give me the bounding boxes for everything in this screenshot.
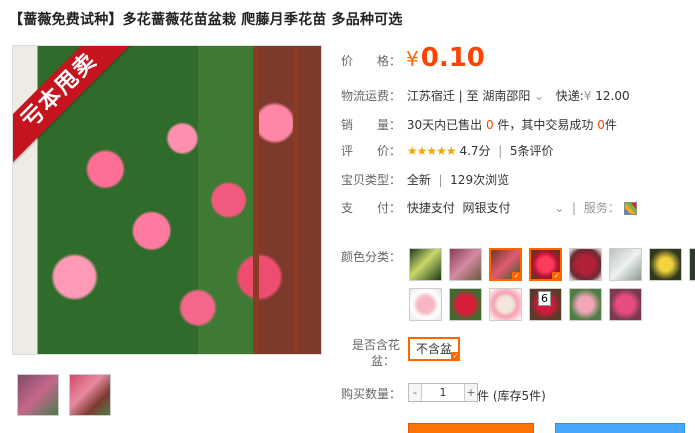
rating-label: 评 价：: [341, 144, 402, 158]
condition-value: 全新: [406, 173, 431, 187]
decrease-button[interactable]: -: [409, 384, 421, 401]
product-title: 【蔷薇免费试种】多花蔷薇花苗盆栽 爬藤月季花苗 多品种可选: [9, 12, 403, 28]
color-swatch[interactable]: [449, 288, 482, 321]
ship-sep: | 至: [458, 89, 479, 103]
color-label: 颜色分类：: [341, 250, 402, 264]
sold-count: 0: [485, 118, 494, 132]
price-value: ¥0.10: [406, 43, 485, 73]
rating-row: 评 价： ★★★★★ 4.7分 | 5条评价: [341, 144, 554, 158]
ship-from: 江苏宿迁: [406, 89, 455, 103]
ship-method: 快递:: [555, 89, 584, 103]
promo-ribbon: 亏本甩卖: [13, 46, 133, 164]
color-swatch[interactable]: 6: [529, 288, 562, 321]
pot-option-button[interactable]: 不含盆: [408, 337, 460, 361]
ship-to-dropdown[interactable]: 湖南邵阳 ⌄: [482, 89, 544, 103]
increase-button[interactable]: +: [465, 384, 477, 401]
rating-score: 4.7分: [459, 144, 491, 158]
service-badge-icon[interactable]: [623, 202, 637, 215]
shipping-label: 物流运费：: [341, 89, 402, 103]
quantity-stepper[interactable]: - 1 +: [408, 383, 478, 402]
trellis-rail: [293, 46, 299, 354]
color-swatch[interactable]: [489, 288, 522, 321]
color-swatch[interactable]: [649, 248, 682, 281]
price-label: 价 格：: [341, 54, 402, 68]
pot-label: 是否含花 盆：: [352, 338, 401, 368]
payment-method: 网银支付: [462, 201, 511, 215]
thumbnail-strip: [17, 374, 111, 416]
color-swatch[interactable]: [569, 248, 602, 281]
quantity-label: 购买数量：: [341, 387, 402, 401]
swatch-count-badge: 6: [538, 291, 551, 306]
stock-info: 件 (库存5件): [477, 389, 546, 403]
add-to-cart-button[interactable]: [555, 423, 685, 433]
sales-label: 销 量：: [341, 118, 402, 132]
buy-now-button[interactable]: [408, 423, 534, 433]
color-swatch-selected[interactable]: [529, 248, 562, 281]
shipping-row: 物流运费： 江苏宿迁 | 至 湖南邵阳 ⌄ 快递:¥ 12.00: [341, 89, 630, 103]
payment-label: 支 付：: [341, 201, 402, 215]
color-swatch[interactable]: [449, 248, 482, 281]
color-swatch[interactable]: [609, 248, 642, 281]
thumbnail[interactable]: [17, 374, 59, 416]
rating-stars-icon: ★★★★★: [406, 144, 457, 158]
color-swatch[interactable]: [689, 248, 695, 281]
quantity-row: 购买数量：: [341, 385, 403, 402]
success-count: 0: [597, 118, 605, 132]
price-row: 价 格：: [341, 52, 403, 69]
sales-row: 销 量： 30天内已售出 0 件，其中交易成功 0件: [341, 118, 617, 132]
chevron-down-icon[interactable]: ⌄: [554, 201, 564, 215]
chevron-down-icon: ⌄: [534, 89, 545, 103]
color-swatch-selected[interactable]: [489, 248, 522, 281]
payment-method: 快捷支付: [406, 201, 455, 215]
service-label: 服务：: [583, 201, 620, 215]
review-count-link[interactable]: 5条评价: [510, 144, 554, 158]
color-row: 颜色分类：: [341, 248, 403, 265]
main-product-image[interactable]: 亏本甩卖: [12, 45, 322, 355]
color-swatch[interactable]: [409, 288, 442, 321]
view-count: 129次浏览: [450, 173, 510, 187]
ship-fee: 12.00: [595, 89, 630, 103]
condition-label: 宝贝类型：: [341, 173, 402, 187]
quantity-input[interactable]: 1: [421, 384, 465, 401]
color-swatch[interactable]: [409, 248, 442, 281]
trellis-rail: [253, 46, 259, 354]
color-swatch[interactable]: [569, 288, 602, 321]
thumbnail[interactable]: [69, 374, 111, 416]
condition-row: 宝贝类型： 全新 | 129次浏览: [341, 173, 510, 187]
payment-row: 支 付： 快捷支付 网银支付 ⌄ | 服务：: [341, 199, 637, 216]
color-swatch[interactable]: [609, 288, 642, 321]
